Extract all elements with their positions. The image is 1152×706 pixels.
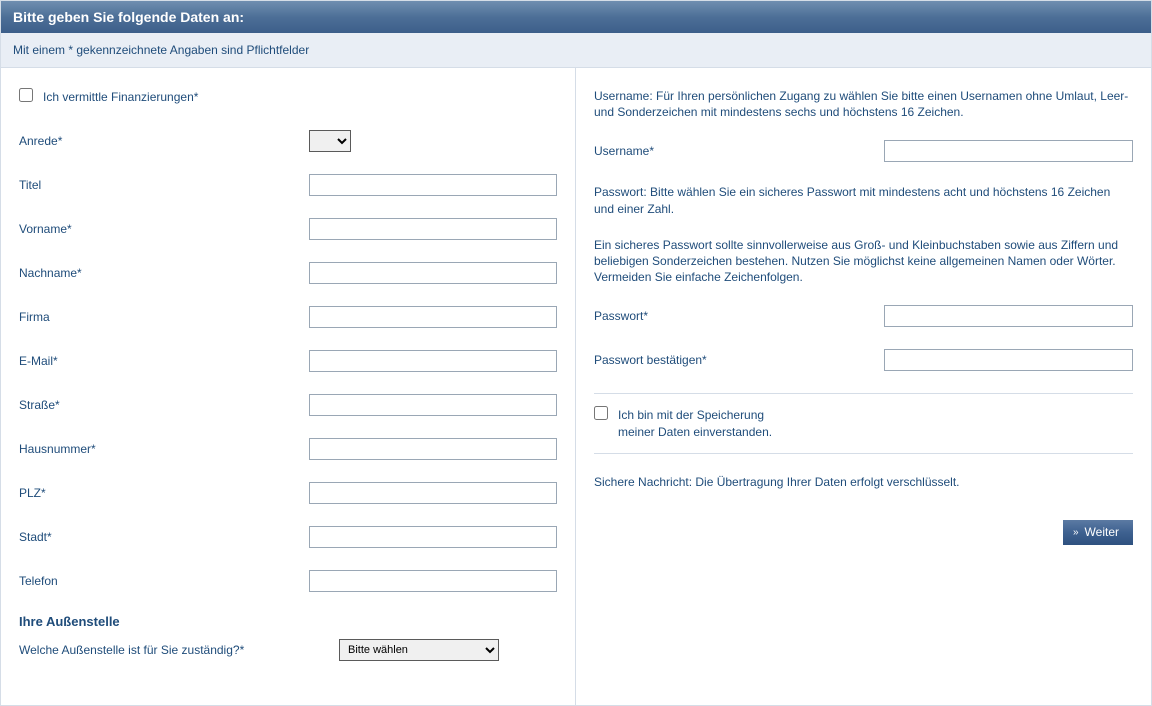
finance-checkbox-label: Ich vermittle Finanzierungen*	[43, 88, 198, 106]
company-label: Firma	[19, 310, 309, 324]
lastname-label: Nachname*	[19, 266, 309, 280]
city-label: Stadt*	[19, 530, 309, 544]
username-label: Username*	[594, 144, 884, 158]
consent-line-2: meiner Daten einverstanden.	[618, 425, 772, 439]
consent-checkbox[interactable]	[594, 406, 608, 420]
title-input[interactable]	[309, 174, 557, 196]
header-title: Bitte geben Sie folgende Daten an:	[13, 9, 244, 25]
phone-input[interactable]	[309, 570, 557, 592]
branch-select[interactable]: Bitte wählen	[339, 639, 499, 661]
column-personal-data: Ich vermittle Finanzierungen* Anrede* Ti…	[1, 68, 576, 705]
street-label: Straße*	[19, 398, 309, 412]
finance-checkbox-row: Ich vermittle Finanzierungen*	[19, 88, 557, 106]
column-account-data: Username: Für Ihren persönlichen Zugang …	[576, 68, 1151, 705]
phone-label: Telefon	[19, 574, 309, 588]
salutation-label: Anrede*	[19, 134, 309, 148]
houseno-input[interactable]	[309, 438, 557, 460]
mandatory-note-text: Mit einem * gekennzeichnete Angaben sind…	[13, 43, 309, 57]
consent-block: Ich bin mit der Speicherung meiner Daten…	[594, 393, 1133, 454]
city-input[interactable]	[309, 526, 557, 548]
consent-checkbox-label: Ich bin mit der Speicherung meiner Daten…	[618, 406, 772, 441]
zip-input[interactable]	[309, 482, 557, 504]
company-input[interactable]	[309, 306, 557, 328]
consent-line-1: Ich bin mit der Speicherung	[618, 408, 764, 422]
branch-section-title: Ihre Außenstelle	[19, 614, 557, 629]
title-label: Titel	[19, 178, 309, 192]
street-input[interactable]	[309, 394, 557, 416]
submit-button-label: Weiter	[1085, 525, 1119, 539]
password-label: Passwort*	[594, 309, 884, 323]
houseno-label: Hausnummer*	[19, 442, 309, 456]
firstname-input[interactable]	[309, 218, 557, 240]
password-input[interactable]	[884, 305, 1133, 327]
firstname-label: Vorname*	[19, 222, 309, 236]
arrow-right-icon: »	[1073, 527, 1079, 538]
form-container: Bitte geben Sie folgende Daten an: Mit e…	[0, 0, 1152, 706]
submit-row: » Weiter	[594, 520, 1133, 545]
username-input[interactable]	[884, 140, 1133, 162]
salutation-select[interactable]	[309, 130, 351, 152]
submit-button[interactable]: » Weiter	[1063, 520, 1133, 545]
finance-checkbox[interactable]	[19, 88, 33, 102]
form-header: Bitte geben Sie folgende Daten an:	[1, 1, 1151, 33]
branch-question-label: Welche Außenstelle ist für Sie zuständig…	[19, 643, 339, 657]
password-info-2: Ein sicheres Passwort sollte sinnvollerw…	[594, 237, 1133, 286]
username-info: Username: Für Ihren persönlichen Zugang …	[594, 88, 1133, 120]
password-info-1: Passwort: Bitte wählen Sie ein sicheres …	[594, 184, 1133, 216]
password-confirm-label: Passwort bestätigen*	[594, 353, 884, 367]
email-label: E-Mail*	[19, 354, 309, 368]
secure-message: Sichere Nachricht: Die Übertragung Ihrer…	[594, 474, 1133, 490]
lastname-input[interactable]	[309, 262, 557, 284]
email-input[interactable]	[309, 350, 557, 372]
form-content: Ich vermittle Finanzierungen* Anrede* Ti…	[1, 68, 1151, 705]
mandatory-note: Mit einem * gekennzeichnete Angaben sind…	[1, 33, 1151, 68]
password-confirm-input[interactable]	[884, 349, 1133, 371]
zip-label: PLZ*	[19, 486, 309, 500]
